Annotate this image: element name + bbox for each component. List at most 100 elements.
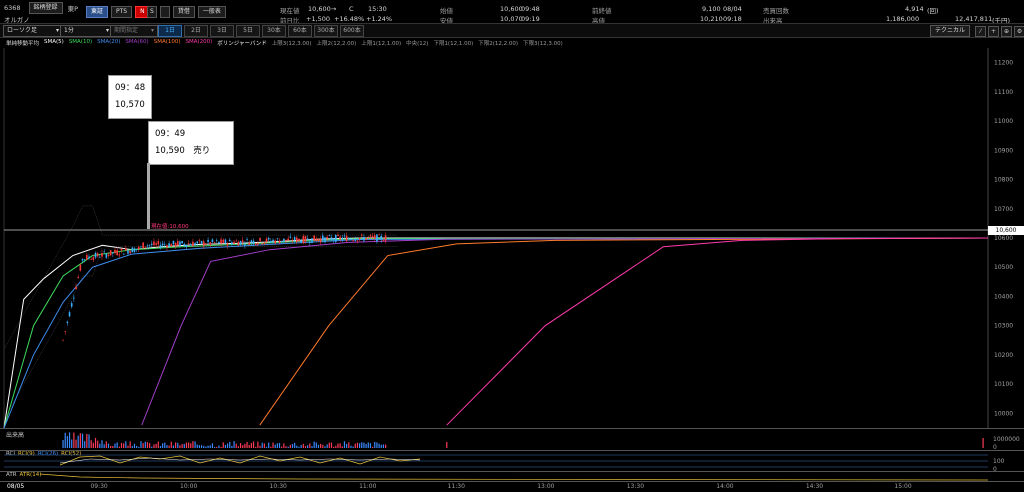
candle-body [196, 241, 199, 244]
volume-bar [190, 443, 192, 448]
volume-bar [276, 443, 278, 448]
tab-2day[interactable]: 2日 [184, 25, 208, 37]
tab-1day[interactable]: 1日 [158, 25, 182, 37]
volume-bar [446, 442, 448, 448]
legend-item: 上限3(12,3.00) [271, 41, 312, 47]
tab-3day[interactable]: 3日 [210, 25, 234, 37]
credit-button[interactable]: 貸借 [172, 6, 195, 18]
volume-chart [62, 432, 984, 448]
market-switch: 東証 PTS N [86, 6, 153, 18]
volume-bar [112, 445, 114, 448]
volume-bar [177, 442, 179, 448]
candle-body [337, 234, 339, 236]
candle-body [226, 243, 229, 246]
volume-bar [172, 445, 175, 448]
price-axis-tick: 11200 [994, 60, 1013, 67]
tooltip-buy-time: 09：48 [115, 83, 146, 93]
volume-bar [343, 441, 346, 448]
trade-count-value: 4,914 [905, 5, 924, 13]
technical-button[interactable]: テクニカル [930, 25, 971, 37]
time-axis-tick: 10:30 [269, 483, 287, 490]
volume-bar [263, 443, 265, 448]
volume-bar [203, 445, 205, 448]
volume-bar [205, 446, 207, 448]
current-price-tag: 10,600 [988, 226, 1024, 235]
candle-body [276, 238, 279, 240]
candle-body [293, 237, 296, 241]
period-select[interactable]: 期間指定 ▾ [110, 25, 158, 37]
crosshair-icon[interactable]: + [988, 25, 1000, 37]
volume-bar [90, 440, 92, 448]
zoom-icon[interactable]: ⊕ [1001, 25, 1013, 37]
volume-bar [103, 444, 105, 448]
candle-body [261, 243, 264, 245]
volume-bar [294, 442, 296, 448]
volume-bar [235, 443, 237, 448]
volume-bar [168, 445, 170, 448]
volume-bar [281, 446, 283, 448]
candle-body [140, 246, 142, 248]
legend-item: 下限1(12,1.00) [433, 41, 474, 47]
volume-bar [309, 443, 311, 448]
volume-bar [183, 444, 185, 448]
volume-bar [62, 440, 64, 448]
candle-body [354, 239, 357, 241]
volume-bar [255, 446, 257, 448]
candle-body [118, 254, 121, 256]
tab-5day[interactable]: 5日 [236, 25, 260, 37]
candle-body [99, 257, 101, 258]
chart-type-select[interactable]: ローソク足 ▾ [3, 25, 63, 37]
candle-body [263, 242, 266, 244]
candle-body [103, 251, 105, 253]
candle-body [92, 257, 95, 260]
tab-30bars[interactable]: 30本 [262, 25, 286, 37]
tab-300bars[interactable]: 300本 [314, 25, 338, 37]
interval-select[interactable]: 1分 ▾ [60, 25, 113, 37]
candle-body [270, 240, 272, 243]
volume-bar [194, 441, 196, 448]
candle-body [129, 251, 131, 254]
volume-bar [185, 442, 188, 448]
volume-bar [73, 432, 75, 448]
candle-body [311, 238, 313, 243]
volume-bar [341, 446, 343, 448]
market-pts-button[interactable]: PTS [111, 6, 133, 18]
candle-body [174, 242, 177, 247]
candle-body [155, 243, 157, 245]
candle-body [259, 237, 261, 241]
candle-body [380, 235, 383, 240]
candle-body [68, 312, 71, 317]
tab-60bars[interactable]: 60本 [288, 25, 312, 37]
market-tse-button[interactable]: 東証 [86, 6, 109, 18]
volume-bar [313, 441, 315, 448]
volume-bar [365, 444, 367, 448]
candle-body [179, 241, 181, 247]
volume-bar [114, 443, 116, 448]
volume-bar [136, 445, 138, 448]
volume-bar [125, 441, 127, 448]
candle-body [224, 239, 227, 244]
candle-body [109, 250, 112, 256]
candle-body [347, 238, 350, 239]
square-icon[interactable] [159, 6, 170, 18]
candle-body [304, 236, 307, 242]
general-table-button[interactable]: 一般表 [197, 6, 226, 18]
candle-body [272, 239, 274, 242]
volume-bar [92, 442, 94, 448]
time-axis-tick: 13:00 [537, 483, 555, 490]
volume-bar [218, 445, 220, 448]
candle-body [86, 254, 88, 260]
volume-bar [291, 444, 294, 448]
candle-body [205, 244, 207, 245]
s-badge-icon[interactable]: S [147, 6, 157, 18]
volume-bar [326, 444, 328, 448]
candle-body [237, 241, 240, 246]
settings-icon[interactable]: ⚙ [1014, 25, 1024, 37]
volume-bar [384, 444, 387, 448]
draw-line-icon[interactable]: ⁄ [975, 25, 987, 37]
tab-600bars[interactable]: 600本 [340, 25, 364, 37]
candle-body [265, 238, 268, 243]
volume-bar [99, 443, 101, 448]
candle-body [352, 240, 354, 242]
time-axis-tick: 14:30 [805, 483, 824, 490]
